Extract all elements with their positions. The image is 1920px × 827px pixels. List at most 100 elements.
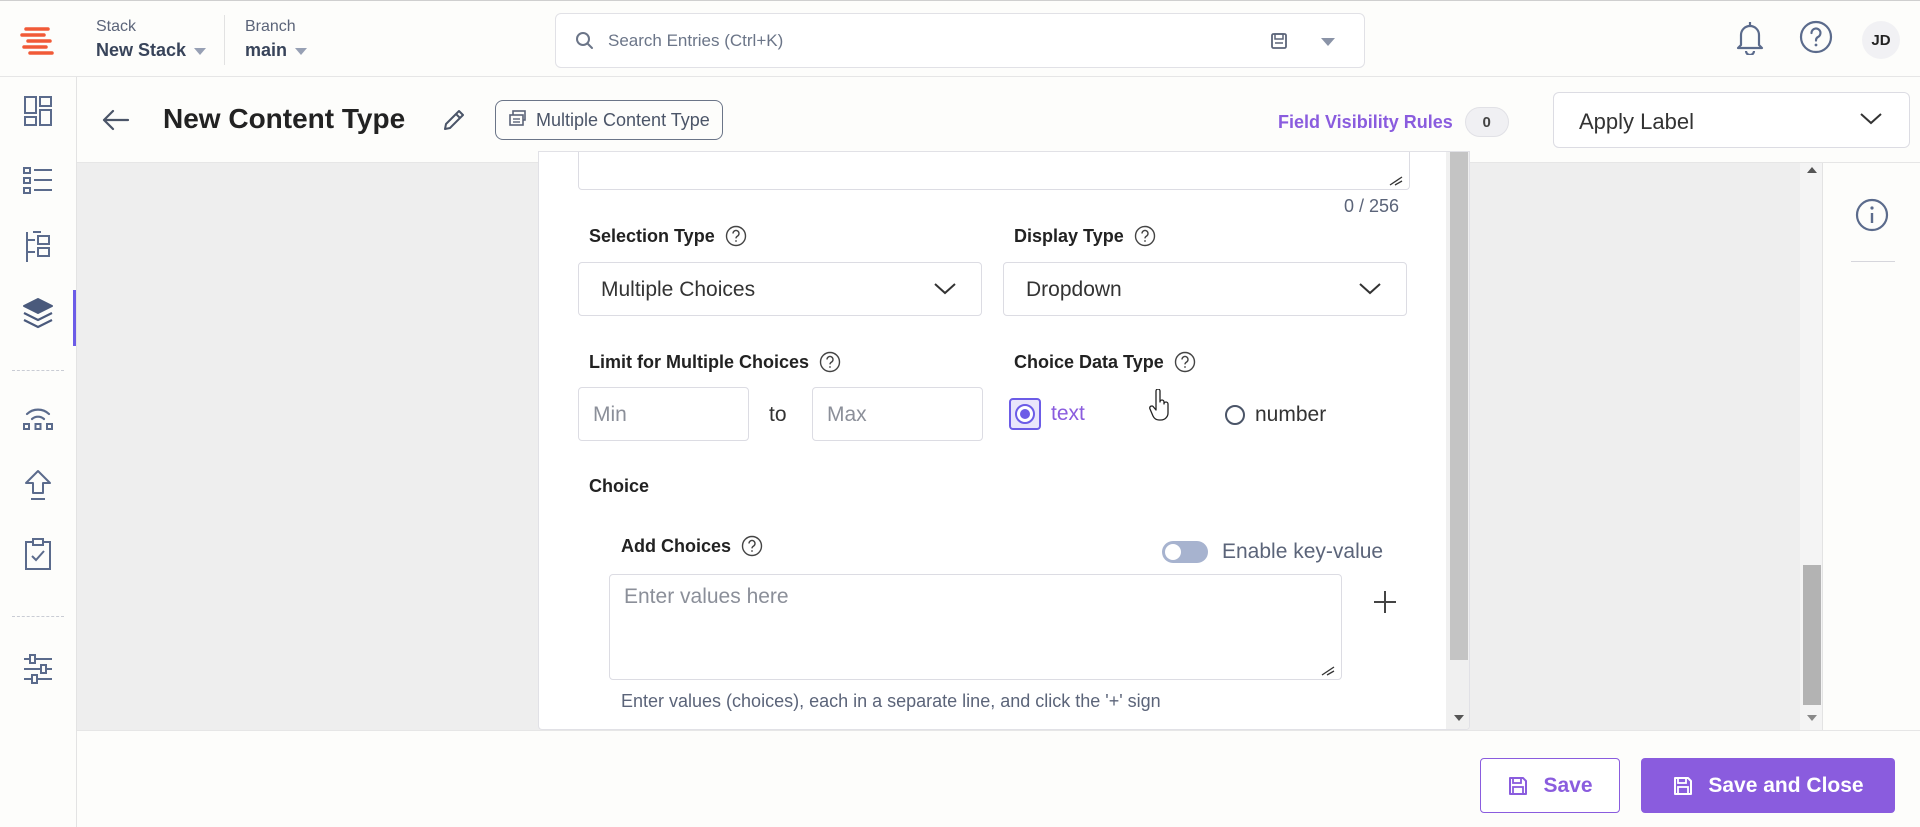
content-type-badge: Multiple Content Type <box>495 100 723 140</box>
scroll-down-arrow-icon[interactable] <box>1807 715 1817 721</box>
scrollbar-thumb[interactable] <box>1450 152 1468 660</box>
toggle-knob <box>1165 544 1181 560</box>
bell-icon[interactable] <box>1730 17 1770 57</box>
scroll-up-arrow-icon[interactable] <box>1807 167 1817 173</box>
info-icon[interactable] <box>1855 198 1889 237</box>
display-type-select[interactable]: Dropdown <box>1003 262 1407 316</box>
divider <box>1851 261 1895 262</box>
modal-scrollbar[interactable] <box>1446 152 1469 729</box>
caret-down-icon <box>194 47 207 55</box>
field-visibility-rules-link[interactable]: Field Visibility Rules 0 <box>1278 107 1509 137</box>
resize-handle-icon[interactable] <box>1321 663 1335 676</box>
contentstack-logo-icon[interactable] <box>18 23 58 59</box>
char-count: 0 / 256 <box>1343 196 1399 216</box>
add-choices-label: Add Choices <box>621 535 763 557</box>
save-button[interactable]: Save <box>1480 758 1620 813</box>
tasks-clipboard-icon[interactable] <box>20 536 56 572</box>
entries-list-icon[interactable] <box>20 162 56 198</box>
scrollbar-thumb[interactable] <box>1803 565 1821 705</box>
radio-text[interactable]: text <box>1009 398 1085 430</box>
save-icon <box>1674 776 1693 795</box>
top-bar: Stack New Stack Branch main Search Entri… <box>0 0 1920 77</box>
save-button-label: Save <box>1543 773 1593 797</box>
count-badge: 0 <box>1464 107 1509 137</box>
display-type-label-text: Display Type <box>1014 225 1124 246</box>
multiple-content-type-icon <box>508 108 528 133</box>
display-type-label: Display Type <box>1014 225 1156 247</box>
extensions-icon[interactable] <box>20 399 56 435</box>
stack-layers-icon[interactable] <box>20 295 56 331</box>
deploy-upload-icon[interactable] <box>20 467 56 503</box>
min-placeholder: Min <box>593 403 627 426</box>
settings-sliders-icon[interactable] <box>20 651 56 687</box>
caret-down-icon <box>295 47 308 55</box>
radio-text-label: text <box>1051 402 1085 425</box>
avatar[interactable]: JD <box>1862 21 1900 59</box>
limit-multiple-choices-label: Limit for Multiple Choices <box>589 351 841 373</box>
resize-handle-icon[interactable] <box>1389 173 1403 186</box>
page-scrollbar[interactable] <box>1800 163 1822 730</box>
instruction-textarea[interactable] <box>578 152 1410 190</box>
apply-label-dropdown[interactable]: Apply Label <box>1553 92 1910 148</box>
choices-hint: Enter values (choices), each in a separa… <box>621 691 1161 711</box>
toggle-track[interactable] <box>1162 541 1208 563</box>
enable-key-value-toggle[interactable]: Enable key-value <box>1162 540 1383 564</box>
search-input[interactable]: Search Entries (Ctrl+K) <box>555 13 1365 68</box>
limit-label-text: Limit for Multiple Choices <box>589 351 810 372</box>
max-input[interactable]: Max <box>812 387 983 441</box>
scroll-down-arrow-icon[interactable] <box>1454 715 1464 721</box>
active-indicator <box>73 290 76 346</box>
page-title: New Content Type <box>163 103 406 134</box>
hand-cursor-icon <box>1148 388 1172 426</box>
dashboard-icon[interactable] <box>20 93 56 129</box>
right-rail <box>1822 163 1920 730</box>
field-settings-modal: 0 / 256 Selection Type Multiple Choices … <box>538 151 1470 730</box>
left-sidebar <box>0 77 77 827</box>
stack-value: New Stack <box>96 40 187 60</box>
save-and-close-label: Save and Close <box>1708 773 1864 797</box>
chevron-down-icon <box>1858 109 1884 132</box>
edit-pencil-icon[interactable] <box>438 104 470 136</box>
stack-label: Stack <box>96 18 137 35</box>
choice-data-type-label: Choice Data Type <box>1014 351 1196 373</box>
radio-unselected-icon <box>1225 405 1245 425</box>
choice-heading: Choice <box>589 476 649 497</box>
save-icon <box>1509 776 1528 795</box>
divider <box>12 370 64 371</box>
help-icon[interactable] <box>1796 17 1836 57</box>
footer-bar: Save Save and Close <box>77 730 1920 827</box>
branch-selector[interactable]: Branch main <box>245 17 308 63</box>
radio-selected-icon <box>1015 404 1035 424</box>
selection-type-select[interactable]: Multiple Choices <box>578 262 982 316</box>
to-label: to <box>769 403 787 426</box>
stack-selector[interactable]: Stack New Stack <box>96 17 207 63</box>
chevron-down-icon <box>933 280 957 301</box>
help-icon[interactable] <box>819 351 841 373</box>
chevron-down-icon <box>1358 280 1382 301</box>
help-icon[interactable] <box>741 535 763 557</box>
choice-data-type-label-text: Choice Data Type <box>1014 351 1164 372</box>
choices-textarea[interactable]: Enter values here <box>609 574 1342 680</box>
content-models-icon[interactable] <box>20 229 56 265</box>
display-type-value: Dropdown <box>1026 278 1122 301</box>
save-and-close-button[interactable]: Save and Close <box>1641 758 1895 813</box>
divider <box>224 15 225 65</box>
radio-number[interactable]: number <box>1225 403 1326 427</box>
help-icon[interactable] <box>1174 351 1196 373</box>
add-choices-label-text: Add Choices <box>621 535 732 556</box>
search-icon <box>575 31 595 56</box>
help-icon[interactable] <box>725 225 747 247</box>
back-button[interactable] <box>99 103 133 137</box>
divider <box>12 616 64 617</box>
choice-heading-text: Choice <box>589 476 650 496</box>
branch-label: Branch <box>245 18 296 35</box>
radio-number-label: number <box>1255 403 1327 426</box>
min-input[interactable]: Min <box>578 387 749 441</box>
field-visibility-rules-label: Field Visibility Rules <box>1278 111 1453 132</box>
help-icon[interactable] <box>1134 225 1156 247</box>
content-type-badge-label: Multiple Content Type <box>536 109 710 130</box>
saved-search-icon[interactable] <box>1269 31 1289 56</box>
max-placeholder: Max <box>827 403 867 426</box>
chevron-down-icon[interactable] <box>1321 38 1335 46</box>
add-choice-plus-icon[interactable] <box>1367 584 1403 620</box>
